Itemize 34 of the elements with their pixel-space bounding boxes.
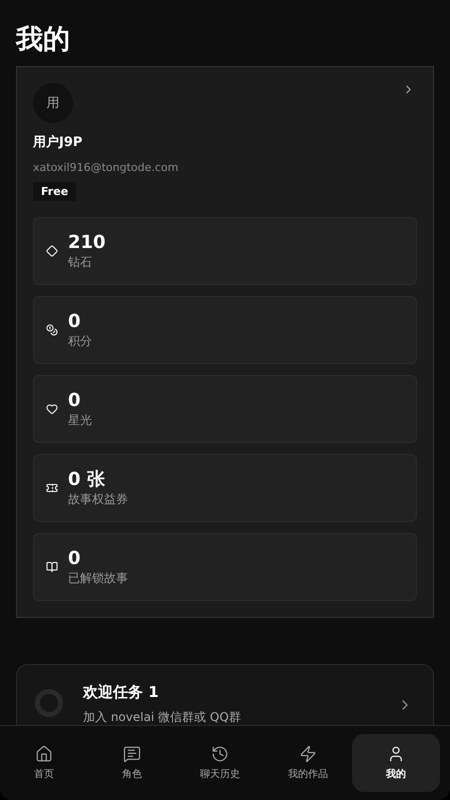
stat-label: 积分 [68, 332, 92, 350]
diamond-icon [46, 245, 58, 257]
stat-value: 0 [68, 548, 82, 570]
stat-label: 已解锁故事 [68, 570, 128, 586]
stat-value: 0 [68, 390, 82, 412]
history-icon [211, 745, 229, 763]
user-icon [387, 745, 405, 763]
nav-tab[interactable]: 首页 [0, 734, 88, 792]
task-card[interactable]: 欢迎任务 1 加入 novelai 微信群或 QQ群 [16, 664, 434, 725]
stat-label: 钻石 [68, 254, 93, 270]
task-title: 欢迎任务 1 [83, 683, 160, 702]
nav-tab[interactable]: 聊天历史 [176, 734, 264, 792]
nav-tab[interactable]: 角色 [88, 734, 176, 792]
nav-tab[interactable]: 我的 [352, 734, 440, 792]
stat-value: 0 [68, 310, 82, 332]
book-icon [46, 561, 58, 573]
lightning-icon [299, 745, 317, 763]
stat-value: 0 张 [68, 468, 106, 490]
stat-label: 星光 [68, 412, 92, 428]
profile-card[interactable]: 用 用户J9P xatoxil916@tongtode.com Free 210 钻石 0 积分 0 星光 0 张 故事权益券 0 已解锁故事 [16, 66, 434, 618]
user-name: 用户J9P [33, 134, 84, 151]
plan-badge: Free [33, 182, 76, 201]
ticket-icon [46, 482, 58, 494]
page-title: 我的 [16, 23, 71, 57]
heart-icon [46, 403, 58, 415]
home-icon [35, 745, 53, 763]
avatar: 用 [33, 83, 73, 123]
coins-icon [46, 324, 58, 336]
user-email: xatoxil916@tongtode.com [33, 161, 180, 174]
message-icon [123, 745, 141, 763]
nav-tab[interactable]: 我的作品 [264, 734, 352, 792]
stat-label: 故事权益券 [68, 490, 128, 508]
stat-value: 210 [68, 232, 106, 254]
task-subtitle: 加入 novelai 微信群或 QQ群 [83, 709, 242, 725]
